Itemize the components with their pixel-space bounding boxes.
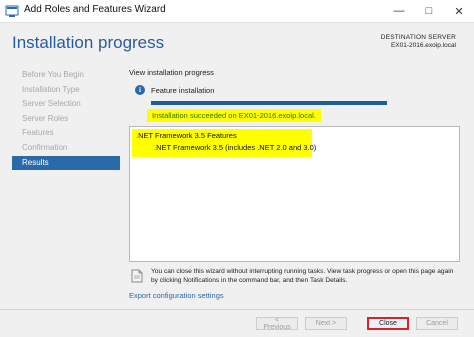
nav-item-server-roles[interactable]: Server Roles [12,112,120,126]
wizard-header: Installation progress DESTINATION SERVER… [0,23,474,65]
progress-fill [151,101,387,105]
document-icon [131,269,143,283]
nav-item-features[interactable]: Features [12,126,120,140]
section-label: View installation progress [129,68,214,77]
cancel-button[interactable]: Cancel [416,317,458,330]
window-close-button[interactable]: ✕ [444,0,474,22]
footer-divider [0,309,474,310]
wizard-steps-nav: Before You Begin Installation Type Serve… [12,68,120,170]
server-manager-icon [5,5,19,17]
feature-item-parent: .NET Framework 3.5 Features [136,131,237,140]
nav-item-before-you-begin[interactable]: Before You Begin [12,68,120,82]
destination-server-label: DESTINATION SERVER [380,34,456,41]
destination-server-name: EX01-2016.exoip.local [390,42,456,49]
close-button[interactable]: Close [367,317,409,330]
nav-item-server-selection[interactable]: Server Selection [12,97,120,111]
previous-button[interactable]: < Previous [256,317,298,331]
close-wizard-notice: You can close this wizard without interr… [151,268,454,284]
info-icon: i [135,85,145,95]
results-list[interactable]: .NET Framework 3.5 Features .NET Framewo… [129,126,460,262]
minimize-button[interactable]: — [384,0,414,22]
window-title: Add Roles and Features Wizard [24,4,166,15]
page-title: Installation progress [12,33,165,52]
maximize-button[interactable]: □ [414,0,444,22]
status-message: Installation succeeded on EX01-2016.exoi… [147,109,321,122]
export-configuration-link[interactable]: Export configuration settings [129,291,224,300]
main-content: View installation progress i Feature ins… [129,66,460,306]
next-button[interactable]: Next > [305,317,347,330]
nav-item-confirmation[interactable]: Confirmation [12,141,120,155]
title-bar: Add Roles and Features Wizard — □ ✕ [0,0,474,23]
nav-item-results[interactable]: Results [12,155,120,170]
feature-installation-label: Feature installation [151,86,215,95]
nav-item-installation-type[interactable]: Installation Type [12,83,120,97]
installation-progress-bar [151,101,387,105]
feature-item-child: .NET Framework 3.5 (includes .NET 2.0 an… [154,143,317,152]
